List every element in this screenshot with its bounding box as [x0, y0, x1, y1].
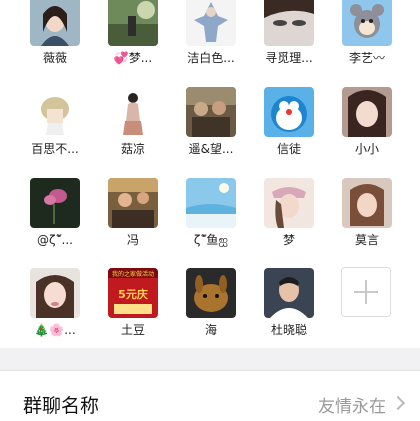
- avatar[interactable]: [30, 178, 80, 228]
- avatar[interactable]: [342, 87, 392, 137]
- avatar[interactable]: [108, 0, 158, 46]
- avatar[interactable]: [264, 0, 314, 46]
- member-name: 冯: [126, 233, 139, 247]
- member-name: 小小: [354, 142, 379, 156]
- member-name: 🎄🌸...: [34, 323, 76, 337]
- avatar[interactable]: [342, 0, 392, 46]
- member-name: 菇凉: [120, 142, 145, 156]
- banner-top-text: 我的之家做活动: [112, 270, 154, 278]
- avatar[interactable]: [264, 268, 314, 318]
- section-separator: [0, 348, 420, 370]
- member-name: 海: [204, 323, 217, 337]
- member-name: @ζ῀ั...: [37, 233, 73, 247]
- member-name: 洁白色...: [187, 51, 235, 65]
- avatar[interactable]: [264, 87, 314, 137]
- chevron-right-icon: [390, 395, 406, 411]
- group-name-value: 友情永在: [318, 397, 386, 417]
- group-name-label: 群聊名称: [23, 395, 100, 417]
- member-name: 梦: [282, 233, 295, 247]
- avatar[interactable]: [186, 0, 236, 46]
- avatar[interactable]: [186, 178, 236, 228]
- avatar[interactable]: 我的之家做活动 5元庆: [108, 268, 158, 318]
- avatar[interactable]: [108, 87, 158, 137]
- avatar[interactable]: [30, 87, 80, 137]
- member-name: 遥&望...: [188, 142, 234, 156]
- avatar[interactable]: [342, 178, 392, 228]
- member-name: 寻觅理...: [265, 51, 313, 65]
- add-member-button[interactable]: [341, 267, 391, 317]
- avatar[interactable]: [108, 178, 158, 228]
- member-name: 百思不...: [31, 142, 79, 156]
- avatar[interactable]: [264, 178, 314, 228]
- avatar[interactable]: [30, 268, 80, 318]
- member-name: 薇薇: [42, 51, 67, 65]
- member-name: 杜晓聪: [270, 323, 307, 337]
- member-name: 信徒: [276, 142, 301, 156]
- member-name: 李艺〰: [348, 51, 385, 65]
- member-grid: 薇薇 💞梦... 洁白色... 寻觅理... 李艺〰 百思不... 菇凉 遥&望…: [0, 0, 420, 345]
- group-name-row[interactable]: 群聊名称 友情永在: [0, 370, 420, 421]
- banner-big-text: 5元庆: [118, 287, 148, 301]
- member-name: 莫言: [354, 233, 379, 247]
- member-name: ζ῀ั鱼ஐ: [193, 233, 229, 247]
- member-name: 土豆: [120, 323, 145, 337]
- avatar[interactable]: [186, 268, 236, 318]
- avatar[interactable]: [30, 0, 80, 46]
- avatar[interactable]: [186, 87, 236, 137]
- member-name: 💞梦...: [113, 51, 153, 65]
